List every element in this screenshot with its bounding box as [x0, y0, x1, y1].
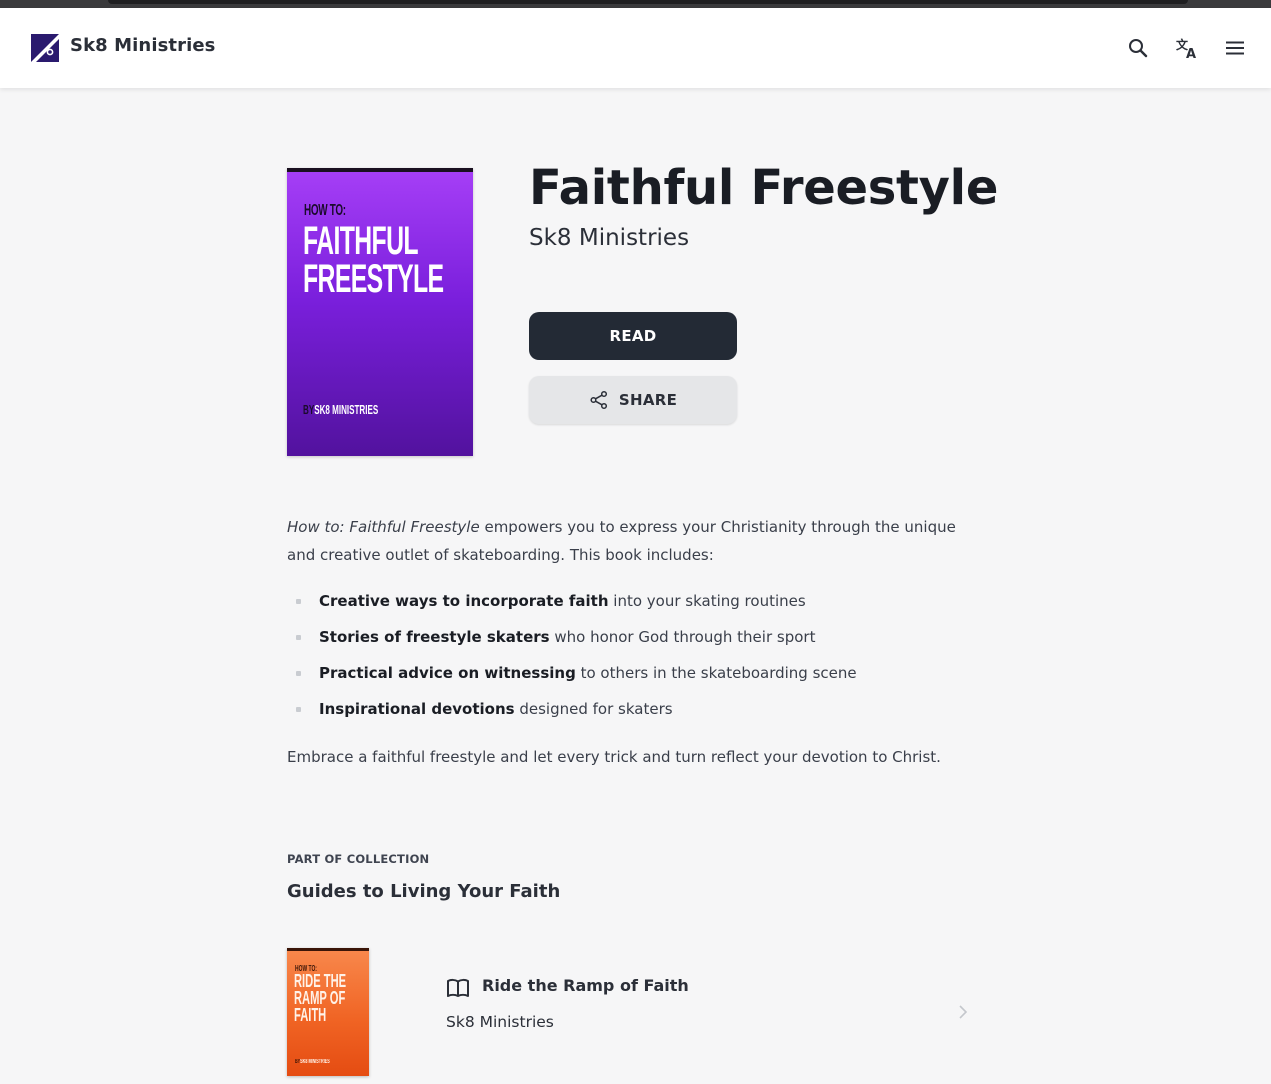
- menu-icon[interactable]: [1221, 34, 1249, 62]
- mini-cover-title-text: RIDE THE RAMP OF FAITH: [294, 971, 347, 1025]
- collection-item-title[interactable]: Ride the Ramp of Faith: [482, 976, 689, 995]
- collection-item-author: Sk8 Ministries: [446, 1013, 554, 1031]
- cover-title-text: FAITHFUL FREESTYLE: [303, 219, 444, 301]
- share-icon: [590, 390, 607, 410]
- book-cover: HOW TO: FAITHFUL FREESTYLE BYSK8 MINISTR…: [287, 168, 473, 456]
- svg-text:A: A: [1186, 47, 1196, 60]
- feature-item: Creative ways to incorporate faith into …: [287, 586, 977, 622]
- collection-title[interactable]: Guides to Living Your Faith: [287, 881, 560, 902]
- cover-by-text: SK8 MINISTRIES: [314, 402, 379, 417]
- read-button[interactable]: READ: [529, 312, 737, 360]
- feature-item: Inspirational devotions designed for ska…: [287, 694, 977, 730]
- cover-byline: BYSK8 MINISTRIES: [303, 402, 378, 417]
- feature-list: Creative ways to incorporate faith into …: [287, 586, 977, 730]
- share-label: SHARE: [618, 391, 678, 409]
- brand-name[interactable]: Sk8 Ministries: [70, 35, 215, 56]
- book-open-icon: [447, 978, 469, 997]
- logo-icon[interactable]: [31, 34, 59, 62]
- chevron-right-icon[interactable]: [955, 1002, 971, 1022]
- share-button[interactable]: SHARE: [529, 376, 737, 424]
- description-closing: Embrace a faithful freestyle and let eve…: [287, 748, 941, 766]
- book-title: Faithful Freestyle: [529, 160, 999, 216]
- feature-item: Stories of freestyle skaters who honor G…: [287, 622, 977, 658]
- collection-label: PART OF COLLECTION: [287, 852, 430, 866]
- browser-strip: [0, 0, 1271, 8]
- book-description: How to: Faithful Freestyle empowers you …: [287, 513, 977, 569]
- mini-cover-byline: BYSK8 MINISTRIES: [295, 1059, 330, 1065]
- book-author[interactable]: Sk8 Ministries: [529, 225, 689, 251]
- cover-top-text: HOW TO:: [304, 202, 346, 219]
- cover-by-prefix: BY: [303, 402, 315, 417]
- collection-item-cover[interactable]: HOW TO: RIDE THE RAMP OF FAITH BYSK8 MIN…: [287, 948, 369, 1076]
- translate-icon[interactable]: 文 A: [1173, 34, 1201, 62]
- feature-item: Practical advice on witnessing to others…: [287, 658, 977, 694]
- description-italic-title: How to: Faithful Freestyle: [287, 518, 480, 536]
- collection-item[interactable]: HOW TO: RIDE THE RAMP OF FAITH BYSK8 MIN…: [287, 940, 977, 1084]
- search-icon[interactable]: [1124, 34, 1152, 62]
- top-navbar: Sk8 Ministries 文 A: [0, 8, 1271, 88]
